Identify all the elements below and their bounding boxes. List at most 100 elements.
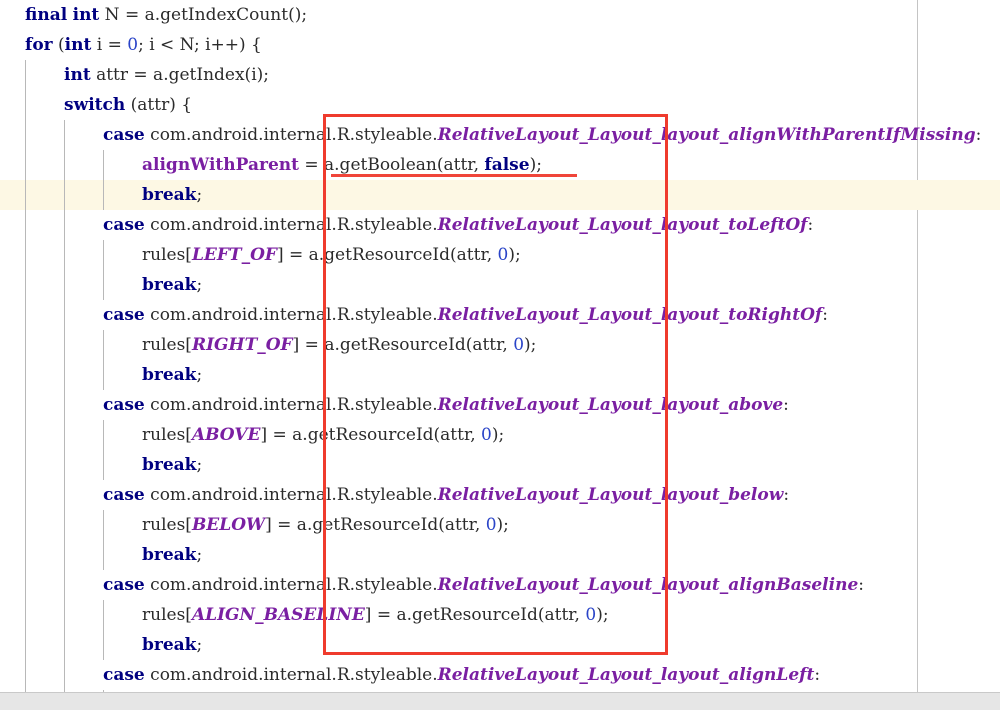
code-token: (attr) { — [125, 95, 193, 115]
indent-guide — [103, 270, 104, 300]
code-token: RelativeLayout_Layout_layout_alignWithPa… — [437, 125, 976, 145]
indent-guide — [25, 480, 26, 510]
indent-guide — [64, 630, 65, 660]
code-token: rules[ — [142, 515, 192, 535]
code-token: com.android.internal.R.styleable. — [144, 665, 438, 685]
code-token: ; — [196, 455, 203, 475]
code-token: case — [103, 395, 145, 415]
indent-guide — [64, 150, 65, 180]
code-line[interactable]: rules[RIGHT_OF] = a.getResourceId(attr, … — [0, 330, 1000, 360]
code-token: ); — [496, 515, 509, 535]
code-token: case — [103, 125, 145, 145]
code-line[interactable]: case com.android.internal.R.styleable.Re… — [0, 210, 1000, 240]
code-line[interactable]: switch (attr) { — [0, 90, 1000, 120]
code-line[interactable]: break; — [0, 630, 1000, 660]
horizontal-scrollbar[interactable] — [0, 692, 1000, 710]
code-content[interactable]: final int N = a.getIndexCount(); for (int… — [0, 0, 1000, 692]
code-token: false — [484, 155, 530, 175]
code-line[interactable]: break; — [0, 180, 1000, 210]
code-token: break — [142, 455, 197, 475]
indent-guide — [64, 210, 65, 240]
code-token: case — [103, 305, 145, 325]
indent-guide — [103, 630, 104, 660]
code-token: : — [814, 665, 821, 685]
code-token: : — [783, 395, 789, 415]
indent-guide — [25, 540, 26, 570]
indent-guide — [64, 180, 65, 210]
indent-guide — [64, 600, 65, 630]
code-token: rules[ — [142, 425, 192, 445]
code-token: RelativeLayout_Layout_layout_toRightOf — [437, 305, 823, 325]
code-token: 0 — [585, 605, 597, 625]
code-line[interactable]: break; — [0, 270, 1000, 300]
code-token: case — [103, 575, 145, 595]
code-line[interactable]: rules[ABOVE] = a.getResourceId(attr, 0); — [0, 420, 1000, 450]
code-token: RelativeLayout_Layout_layout_above — [437, 395, 784, 415]
indent-guide — [64, 390, 65, 420]
code-token: 0 — [127, 35, 139, 55]
code-line[interactable]: break; — [0, 450, 1000, 480]
code-line[interactable]: rules[LEFT_OF] = a.getResourceId(attr, 0… — [0, 240, 1000, 270]
code-token: com.android.internal.R.styleable. — [144, 215, 438, 235]
indent-guide — [64, 300, 65, 330]
code-line[interactable]: rules[BELOW] = a.getResourceId(attr, 0); — [0, 510, 1000, 540]
code-line[interactable]: rules[ALIGN_BASELINE] = a.getResourceId(… — [0, 600, 1000, 630]
indent-guide — [103, 330, 104, 360]
code-token: int — [64, 65, 91, 85]
code-token: 0 — [513, 335, 525, 355]
code-token: ; — [196, 185, 203, 205]
code-token: ); — [596, 605, 609, 625]
indent-guide — [103, 180, 104, 210]
indent-guide — [25, 300, 26, 330]
indent-guide — [64, 330, 65, 360]
code-line[interactable]: final int N = a.getIndexCount(); — [0, 0, 1000, 30]
code-token: i = — [91, 35, 128, 55]
indent-guide — [64, 660, 65, 690]
code-token: com.android.internal.R.styleable. — [144, 305, 438, 325]
code-token: rules[ — [142, 605, 192, 625]
indent-guide — [25, 270, 26, 300]
indent-guide — [64, 570, 65, 600]
code-token: break — [142, 275, 197, 295]
code-editor[interactable]: final int N = a.getIndexCount(); for (int… — [0, 0, 1000, 692]
code-token: ] = a.getResourceId(attr, — [260, 425, 482, 445]
indent-guide — [25, 570, 26, 600]
code-token: ; — [196, 275, 203, 295]
code-token: com.android.internal.R.styleable. — [144, 575, 438, 595]
indent-guide — [103, 540, 104, 570]
code-token: alignWithParent — [142, 155, 299, 175]
indent-guide — [25, 150, 26, 180]
code-token: ABOVE — [191, 425, 261, 445]
code-token: break — [142, 365, 197, 385]
code-token: LEFT_OF — [191, 245, 277, 265]
indent-guide — [25, 600, 26, 630]
code-token: N = a.getIndexCount(); — [99, 5, 308, 25]
code-line[interactable]: case com.android.internal.R.styleable.Re… — [0, 480, 1000, 510]
indent-guide — [103, 240, 104, 270]
code-token: ] = a.getResourceId(attr, — [265, 515, 486, 535]
indent-guide — [25, 240, 26, 270]
code-line[interactable]: case com.android.internal.R.styleable.Re… — [0, 660, 1000, 690]
code-line[interactable]: case com.android.internal.R.styleable.Re… — [0, 300, 1000, 330]
code-token: break — [142, 635, 197, 655]
code-line[interactable]: for (int i = 0; i < N; i++) { — [0, 30, 1000, 60]
code-token: ] = a.getResourceId(attr, — [276, 245, 498, 265]
indent-guide — [25, 630, 26, 660]
code-token: ] = a.getResourceId(attr, — [364, 605, 586, 625]
code-line[interactable]: break; — [0, 360, 1000, 390]
code-token: : — [822, 305, 828, 325]
code-line[interactable]: case com.android.internal.R.styleable.Re… — [0, 390, 1000, 420]
code-token: rules[ — [142, 335, 192, 355]
indent-guide — [64, 120, 65, 150]
code-line[interactable]: break; — [0, 540, 1000, 570]
indent-guide — [25, 120, 26, 150]
code-token: : — [783, 485, 790, 505]
code-line[interactable]: int attr = a.getIndex(i); — [0, 60, 1000, 90]
code-token: break — [142, 545, 197, 565]
code-token: com.android.internal.R.styleable. — [144, 125, 438, 145]
code-line[interactable]: case com.android.internal.R.styleable.Re… — [0, 570, 1000, 600]
code-token: rules[ — [142, 245, 192, 265]
code-token: ); — [491, 425, 505, 445]
code-token: ; i < N; i++) { — [138, 35, 262, 55]
code-line[interactable]: case com.android.internal.R.styleable.Re… — [0, 120, 1000, 150]
